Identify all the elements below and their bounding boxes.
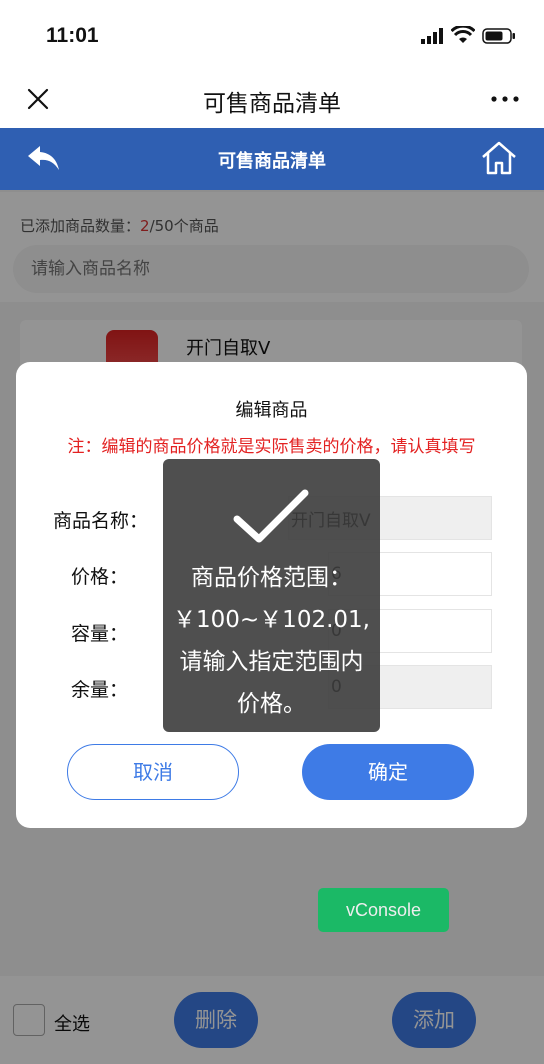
toast-line: 请输入指定范围内 (179, 649, 364, 675)
vconsole-button[interactable]: vConsole (318, 888, 449, 932)
app-header: 可售商品清单 (0, 128, 544, 190)
status-time: 11:01 (46, 24, 99, 47)
field-label-price: 价格： (70, 566, 128, 588)
wifi-icon (451, 26, 475, 43)
toast: 商品价格范围： ￥100~￥102.01, 请输入指定范围内 价格。 (163, 459, 380, 732)
cancel-button[interactable]: 取消 (67, 744, 239, 800)
toast-line: 价格。 (237, 691, 306, 717)
field-label-remaining: 余量： (70, 679, 128, 701)
status-bar: 11:01 (0, 0, 544, 72)
field-label-name: 商品名称： (52, 510, 148, 532)
nav-title: 可售商品清单 (203, 91, 341, 117)
check-icon (233, 489, 309, 543)
confirm-button[interactable]: 确定 (302, 744, 474, 800)
toast-line: ￥100~￥102.01, (173, 607, 370, 633)
dialog-note: 注：编辑的商品价格就是实际售卖的价格，请认真填写 (67, 437, 476, 457)
field-label-capacity: 容量： (70, 623, 128, 645)
battery-icon (482, 28, 515, 44)
home-icon[interactable] (480, 140, 518, 176)
more-icon[interactable] (490, 94, 520, 104)
toast-line: 商品价格范围： (191, 565, 352, 591)
header-title: 可售商品清单 (218, 151, 326, 172)
dialog-title: 编辑商品 (235, 400, 308, 421)
signal-icon (421, 28, 443, 44)
nav-bar: 可售商品清单 (0, 72, 544, 128)
toast-message: 商品价格范围： ￥100~￥102.01, 请输入指定范围内 价格。 (163, 557, 380, 725)
